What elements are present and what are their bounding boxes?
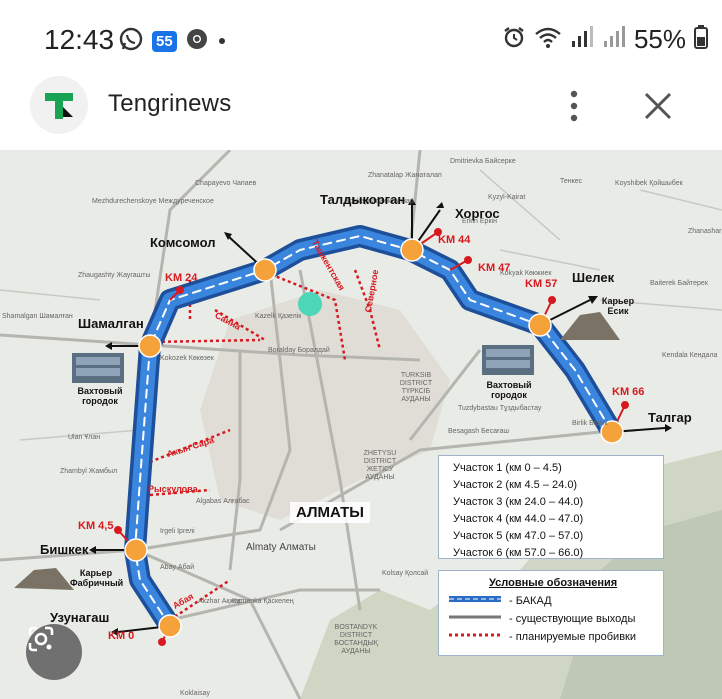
camp-right-label: Вахтовый городок [486, 380, 532, 400]
place-kolsay: Kolsay Қолсай [382, 570, 429, 577]
legend-row-planned: - планируемые пробивки [449, 631, 636, 643]
place-zhetysu: ZHETYSU DISTRICT ЖЕТІСУ АУДАНЫ [363, 450, 397, 481]
dot-icon [217, 33, 227, 51]
close-icon[interactable] [640, 88, 676, 124]
place-boralday: Boralday Боралдай [268, 347, 330, 354]
place-kendala: Kendala Кендала [662, 352, 718, 359]
planned-ryskulova-label: Рыскулова [148, 484, 198, 494]
signal-icon [570, 25, 594, 54]
km-4-5-label: KM 4,5 [78, 520, 114, 532]
city-shamalgan: Шамалган [78, 316, 144, 331]
whatsapp-icon [118, 26, 144, 57]
signal-icon-2 [602, 25, 626, 54]
legend-title: Условные обозначения [489, 577, 618, 589]
place-irgeli: Irgeli Іргелі [160, 528, 195, 535]
place-baiterek: Baiterek Байтерек [650, 280, 708, 287]
km-57-label: KM 57 [525, 278, 558, 290]
section-1: Участок 1 (км 0 – 4.5) [453, 462, 562, 474]
place-kamenka: Kamenka Қаскелең [232, 598, 294, 605]
place-zhaugashty: Zhaugashty Жаугашты [78, 272, 151, 279]
legend-bakad-text: - БАКАД [509, 595, 552, 607]
place-kazelk: Kazelk Қазелік [255, 313, 302, 320]
km-66-label: KM 66 [612, 386, 645, 398]
place-zhambyl: Zhambyl Жамбыл [60, 468, 118, 475]
place-ulan: Ulan Ұлан [68, 434, 101, 441]
quarry-fabrichny-label: Карьер Фабричный [70, 568, 124, 588]
place-kyzylkairat: Kyzyl-Kairat [488, 194, 526, 201]
chrome-icon [185, 27, 209, 56]
legend-planned-text: - планируемые пробивки [509, 631, 636, 643]
city-uzunagash: Узунагаш [50, 610, 110, 625]
battery-percent: 55% [633, 24, 686, 54]
lens-icon[interactable] [26, 624, 82, 680]
quarry-esik-label: Карьер Есик [601, 296, 635, 316]
place-koyshibek: Koyshibek Қойшыбек [615, 180, 683, 187]
section-2: Участок 2 (км 4.5 – 24.0) [453, 479, 578, 491]
legend-row-bakad: - БАКАД [449, 595, 552, 607]
city-khorgos: Хоргос [455, 206, 500, 221]
km-24-label: KM 24 [165, 272, 198, 284]
section-6: Участок 6 (км 57.0 – 66.0) [453, 547, 584, 559]
sections-legend: Участок 1 (км 0 – 4.5) Участок 2 (км 4.5… [438, 455, 664, 559]
legend-row-exits: - существующие выходы [449, 613, 635, 625]
symbols-legend: Условные обозначения - БАКАД - существую… [438, 570, 664, 656]
place-chapayevo: Chapayevo Чапаев [195, 180, 257, 187]
place-kokozek: Kokozek Көкөзек [160, 355, 214, 362]
place-shamalgan-small: Shamalgan Шамалған [2, 313, 73, 320]
status-bar: 12:43 55 55% [0, 0, 722, 76]
section-3: Участок 3 (км 24.0 – 44.0) [453, 496, 584, 508]
section-5: Участок 5 (км 47.0 – 57.0) [453, 530, 584, 542]
city-shelek: Шелек [572, 270, 615, 285]
tengrinews-logo [30, 76, 88, 134]
km-0-label: KM 0 [108, 630, 135, 642]
city-talgar: Талгар [648, 410, 692, 425]
place-algabas: Algabas Алғабас [196, 498, 250, 505]
place-birlik: Birlik Бірлік [572, 420, 608, 427]
app-title: Tengrinews [108, 90, 232, 117]
alarm-icon [502, 25, 526, 54]
notification-badge: 55 [152, 31, 177, 52]
place-abay: Abay Абай [160, 564, 195, 571]
more-menu-icon[interactable] [563, 88, 585, 124]
battery-icon [694, 25, 708, 54]
place-mezhdurechenskoye: Mezhdurechenskoye Междуреченское [92, 198, 214, 205]
place-dmitrievka: Dmitrievka Байсерке [450, 158, 516, 165]
km-47-label: KM 47 [478, 262, 511, 274]
place-tuzdybastau: Tuzdybastau Тұздыбастау [458, 405, 542, 412]
place-bostandyk: BOSTANDYK DISTRICT БОСТАНДЫҚ АУДАНЫ [334, 624, 378, 655]
camp-left-label: Вахтовый городок [77, 386, 123, 406]
map-image[interactable]: Chapayevo Чапаев Mezhdurechenskoye Между… [0, 150, 722, 699]
km-44-label: KM 44 [438, 234, 471, 246]
legend-exits-text: - существующие выходы [509, 613, 636, 625]
almaty-center-label: АЛМАТЫ [290, 502, 370, 523]
wifi-icon [534, 25, 562, 54]
section-4: Участок 4 (км 44.0 – 47.0) [453, 513, 584, 525]
status-time: 12:43 [44, 24, 115, 55]
place-zhanashar: Zhanashar Жанашар [688, 228, 722, 235]
place-turksib: TURKSIB DISTRICT ТҮРКСІБ АУДАНЫ [399, 372, 433, 403]
city-komsomol: Комсомол [150, 235, 216, 250]
place-besagash: Besagash Бесағаш [448, 428, 510, 435]
app-bar: Tengrinews [0, 76, 722, 150]
city-bishkek: Бишкек [40, 542, 89, 557]
place-koklaisay: Koklaisay [180, 690, 210, 697]
place-almaty-small: Almaty Алматы [246, 542, 316, 553]
place-zhanatalap: Zhanatalap Жанаталап [368, 172, 442, 179]
city-taldykorgan: Талдыкорган [320, 192, 406, 207]
place-tenkes: Тенкес [560, 178, 583, 185]
